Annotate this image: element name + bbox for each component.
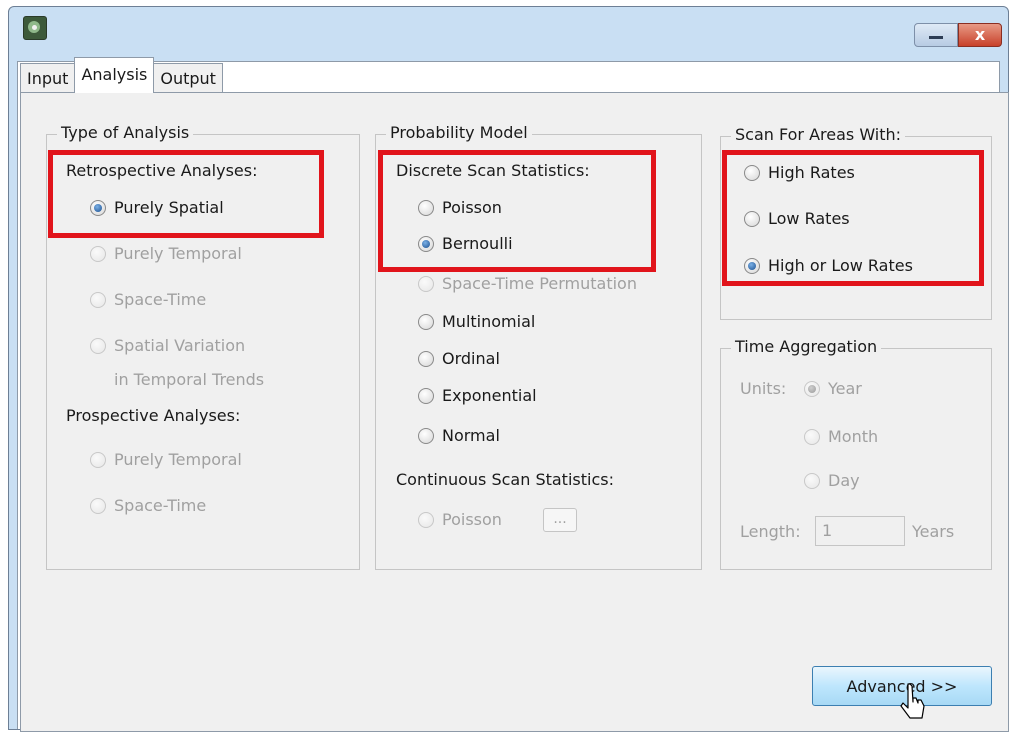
radio-checked-icon <box>804 380 820 397</box>
continuous-poisson-options-button[interactable]: ... <box>543 508 577 532</box>
radio-icon <box>90 291 106 308</box>
close-button[interactable]: x <box>958 23 1002 47</box>
radio-checked-icon <box>418 235 434 252</box>
spatial-variation-label-line2: in Temporal Trends <box>114 370 265 389</box>
radio-bernoulli[interactable]: Bernoulli <box>418 234 513 253</box>
time-aggregation-title: Time Aggregation <box>731 337 882 356</box>
prospective-analyses-label: Prospective Analyses: <box>66 406 241 425</box>
radio-space-time-permutation[interactable]: Space-Time Permutation <box>418 274 637 293</box>
radio-icon <box>418 275 434 292</box>
radio-high-rates[interactable]: High Rates <box>744 163 855 182</box>
radio-icon <box>744 210 760 227</box>
radio-icon <box>418 199 434 216</box>
app-icon <box>23 16 47 40</box>
tab-bar: Input Analysis Output <box>20 57 223 93</box>
continuous-scan-statistics-label: Continuous Scan Statistics: <box>396 470 614 489</box>
radio-icon <box>418 427 434 444</box>
scan-for-areas-title: Scan For Areas With: <box>731 125 906 144</box>
discrete-scan-statistics-label: Discrete Scan Statistics: <box>396 161 590 180</box>
radio-purely-temporal[interactable]: Purely Temporal <box>90 244 242 263</box>
radio-icon <box>90 497 106 514</box>
radio-poisson[interactable]: Poisson <box>418 198 502 217</box>
radio-icon <box>418 511 434 528</box>
radio-day[interactable]: Day <box>804 471 860 490</box>
radio-low-rates[interactable]: Low Rates <box>744 209 850 228</box>
radio-icon <box>418 387 434 404</box>
radio-high-or-low-rates[interactable]: High or Low Rates <box>744 256 913 275</box>
radio-normal[interactable]: Normal <box>418 426 500 445</box>
radio-icon <box>90 451 106 468</box>
units-label: Units: <box>740 379 787 398</box>
radio-space-time[interactable]: Space-Time <box>90 290 206 309</box>
advanced-button[interactable]: Advanced >> <box>812 666 992 706</box>
tab-output[interactable]: Output <box>153 63 223 93</box>
length-label: Length: <box>740 522 801 541</box>
radio-checked-icon <box>744 257 760 274</box>
radio-spatial-variation[interactable]: Spatial Variation <box>90 336 245 355</box>
window-controls: x <box>914 7 1006 47</box>
tab-input[interactable]: Input <box>20 63 76 93</box>
radio-continuous-poisson[interactable]: Poisson <box>418 510 502 529</box>
tab-analysis[interactable]: Analysis <box>74 57 155 93</box>
radio-checked-icon <box>90 199 106 216</box>
minimize-button[interactable] <box>914 23 958 47</box>
radio-icon <box>418 350 434 367</box>
radio-ordinal[interactable]: Ordinal <box>418 349 500 368</box>
length-input[interactable]: 1 <box>815 516 905 546</box>
radio-month[interactable]: Month <box>804 427 878 446</box>
radio-multinomial[interactable]: Multinomial <box>418 312 535 331</box>
retrospective-analyses-label: Retrospective Analyses: <box>66 161 258 180</box>
radio-prospective-purely-temporal[interactable]: Purely Temporal <box>90 450 242 469</box>
radio-exponential[interactable]: Exponential <box>418 386 537 405</box>
radio-icon <box>804 472 820 489</box>
probability-model-title: Probability Model <box>386 123 532 142</box>
radio-icon <box>744 164 760 181</box>
radio-purely-spatial[interactable]: Purely Spatial <box>90 198 224 217</box>
radio-icon <box>804 428 820 445</box>
title-bar[interactable]: x <box>9 7 1008 47</box>
years-label: Years <box>912 522 955 541</box>
radio-icon <box>90 337 106 354</box>
type-of-analysis-title: Type of Analysis <box>57 123 194 142</box>
radio-prospective-space-time[interactable]: Space-Time <box>90 496 206 515</box>
radio-year[interactable]: Year <box>804 379 862 398</box>
radio-icon <box>418 313 434 330</box>
close-icon: x <box>974 25 986 44</box>
radio-icon <box>90 245 106 262</box>
